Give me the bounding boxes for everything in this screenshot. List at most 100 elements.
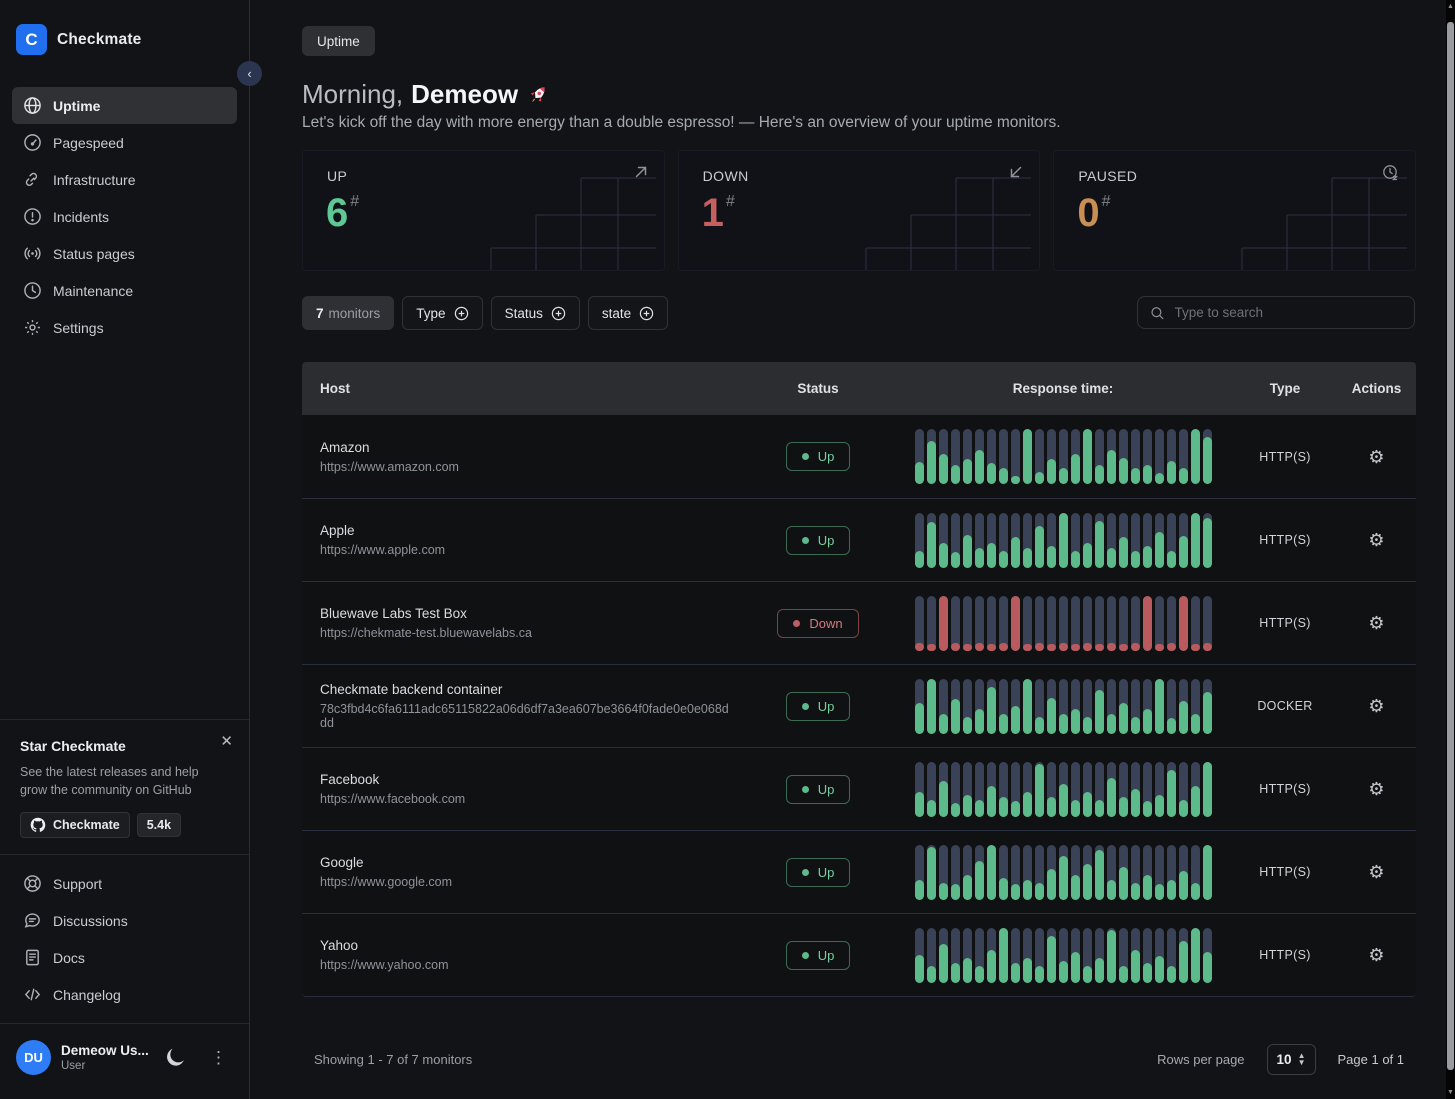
sidebar-item-label: Changelog bbox=[53, 987, 121, 1003]
table-row[interactable]: Checkmate backend container 78c3fbd4c6fa… bbox=[302, 664, 1416, 747]
response-time-chart bbox=[915, 596, 1212, 651]
response-bar bbox=[1011, 596, 1020, 651]
monitor-type: HTTP(S) bbox=[1259, 616, 1310, 630]
scroll-up-arrow-icon[interactable]: ▲ bbox=[1446, 3, 1455, 10]
github-icon bbox=[30, 817, 46, 833]
sidebar-collapse-button[interactable]: ‹ bbox=[237, 61, 262, 86]
response-bar bbox=[1131, 762, 1140, 817]
response-bar bbox=[1107, 429, 1116, 484]
table-row[interactable]: Apple https://www.apple.com Up HTTP(S) ⚙ bbox=[302, 498, 1416, 581]
plus-circle-icon bbox=[551, 306, 566, 321]
scroll-down-arrow-icon[interactable]: ▼ bbox=[1446, 1089, 1455, 1096]
filter-state-button[interactable]: state bbox=[588, 296, 668, 330]
response-bar bbox=[1071, 928, 1080, 983]
sidebar-item-docs[interactable]: Docs bbox=[12, 939, 237, 976]
header-host: Host bbox=[302, 381, 743, 396]
scrollbar-thumb[interactable] bbox=[1447, 22, 1454, 1070]
gear-icon[interactable]: ⚙ bbox=[1368, 697, 1384, 715]
app-logo[interactable]: C Checkmate bbox=[0, 0, 249, 79]
status-cell: Up bbox=[743, 442, 893, 471]
user-menu-kebab-icon[interactable]: ⋮ bbox=[204, 1047, 233, 1068]
response-bar bbox=[1047, 513, 1056, 568]
actions-cell: ⚙ bbox=[1337, 614, 1416, 632]
response-bar bbox=[1107, 762, 1116, 817]
gear-icon[interactable]: ⚙ bbox=[1368, 780, 1384, 798]
sidebar-item-incidents[interactable]: Incidents bbox=[12, 198, 237, 235]
sidebar-item-uptime[interactable]: Uptime bbox=[12, 87, 237, 124]
github-checkmate-button[interactable]: Checkmate bbox=[20, 812, 130, 838]
actions-cell: ⚙ bbox=[1337, 531, 1416, 549]
sidebar-item-maintenance[interactable]: Maintenance bbox=[12, 272, 237, 309]
response-bar bbox=[951, 679, 960, 734]
filter-status-button[interactable]: Status bbox=[491, 296, 580, 330]
monitor-url: https://www.apple.com bbox=[320, 543, 743, 557]
response-bar bbox=[1011, 513, 1020, 568]
gear-icon[interactable]: ⚙ bbox=[1368, 863, 1384, 881]
breadcrumb[interactable]: Uptime bbox=[302, 26, 375, 56]
table-row[interactable]: Bluewave Labs Test Box https://chekmate-… bbox=[302, 581, 1416, 664]
table-body: Amazon https://www.amazon.com Up HTTP(S)… bbox=[302, 415, 1416, 996]
gear-icon[interactable]: ⚙ bbox=[1368, 448, 1384, 466]
paused-count: 0 bbox=[1077, 191, 1099, 235]
response-bar bbox=[1191, 513, 1200, 568]
sidebar-item-discussions[interactable]: Discussions bbox=[12, 902, 237, 939]
response-bar bbox=[939, 429, 948, 484]
monitor-name: Checkmate backend container bbox=[320, 682, 743, 697]
search-input[interactable] bbox=[1174, 305, 1402, 320]
vertical-scrollbar[interactable]: ▲ ▼ bbox=[1446, 0, 1455, 1099]
dark-mode-toggle[interactable] bbox=[163, 1047, 184, 1068]
close-icon[interactable]: ✕ bbox=[220, 734, 233, 749]
type-cell: HTTP(S) bbox=[1233, 780, 1337, 798]
rows-per-page-select[interactable]: 10 ▲▼ bbox=[1267, 1044, 1316, 1075]
response-bar bbox=[999, 845, 1008, 900]
table-row[interactable]: Facebook https://www.facebook.com Up HTT… bbox=[302, 747, 1416, 830]
response-bar bbox=[1143, 429, 1152, 484]
response-bar bbox=[975, 928, 984, 983]
status-cell: Up bbox=[743, 526, 893, 555]
summary-cards: UP 6# DOWN 1# PAUSED 0# bbox=[302, 150, 1416, 271]
gear-icon[interactable]: ⚙ bbox=[1368, 946, 1384, 964]
down-card-label: DOWN bbox=[703, 168, 749, 184]
monitor-type: HTTP(S) bbox=[1259, 533, 1310, 547]
response-bar bbox=[1083, 762, 1092, 817]
response-bar bbox=[1167, 679, 1176, 734]
response-bar bbox=[927, 429, 936, 484]
plus-circle-icon bbox=[454, 306, 469, 321]
response-bar bbox=[1143, 679, 1152, 734]
response-bar bbox=[951, 513, 960, 568]
sidebar-item-infrastructure[interactable]: Infrastructure bbox=[12, 161, 237, 198]
response-bar bbox=[1203, 928, 1212, 983]
gear-icon[interactable]: ⚙ bbox=[1368, 531, 1384, 549]
gear-icon[interactable]: ⚙ bbox=[1368, 614, 1384, 632]
monitor-url: https://www.yahoo.com bbox=[320, 958, 743, 972]
table-row[interactable]: Google https://www.google.com Up HTTP(S)… bbox=[302, 830, 1416, 913]
monitor-type: DOCKER bbox=[1257, 699, 1312, 713]
avatar[interactable]: DU bbox=[16, 1040, 51, 1075]
sidebar-item-pagespeed[interactable]: Pagespeed bbox=[12, 124, 237, 161]
user-account-row: DU Demeow Us... User ⋮ bbox=[0, 1023, 249, 1099]
response-bar bbox=[1011, 928, 1020, 983]
response-bar bbox=[1083, 429, 1092, 484]
sidebar-item-label: Support bbox=[53, 876, 102, 892]
table-row[interactable]: Yahoo https://www.yahoo.com Up HTTP(S) ⚙ bbox=[302, 913, 1416, 996]
sidebar-item-support[interactable]: Support bbox=[12, 865, 237, 902]
sidebar-item-changelog[interactable]: Changelog bbox=[12, 976, 237, 1013]
monitor-name: Google bbox=[320, 855, 743, 870]
response-bar bbox=[1179, 928, 1188, 983]
star-card-description: See the latest releases and help grow th… bbox=[20, 763, 208, 799]
response-bar bbox=[939, 596, 948, 651]
response-bar bbox=[939, 762, 948, 817]
response-bar bbox=[987, 513, 996, 568]
response-time-chart bbox=[915, 429, 1212, 484]
response-bar bbox=[915, 845, 924, 900]
response-bar bbox=[1047, 928, 1056, 983]
life-buoy-icon bbox=[23, 874, 42, 893]
filter-type-button[interactable]: Type bbox=[402, 296, 482, 330]
table-row[interactable]: Amazon https://www.amazon.com Up HTTP(S)… bbox=[302, 415, 1416, 498]
sidebar-item-label: Status pages bbox=[53, 246, 135, 262]
response-bar bbox=[1071, 679, 1080, 734]
status-cell: Up bbox=[743, 692, 893, 721]
sidebar-item-settings[interactable]: Settings bbox=[12, 309, 237, 346]
status-dot-icon bbox=[802, 869, 809, 876]
sidebar-item-status-pages[interactable]: Status pages bbox=[12, 235, 237, 272]
